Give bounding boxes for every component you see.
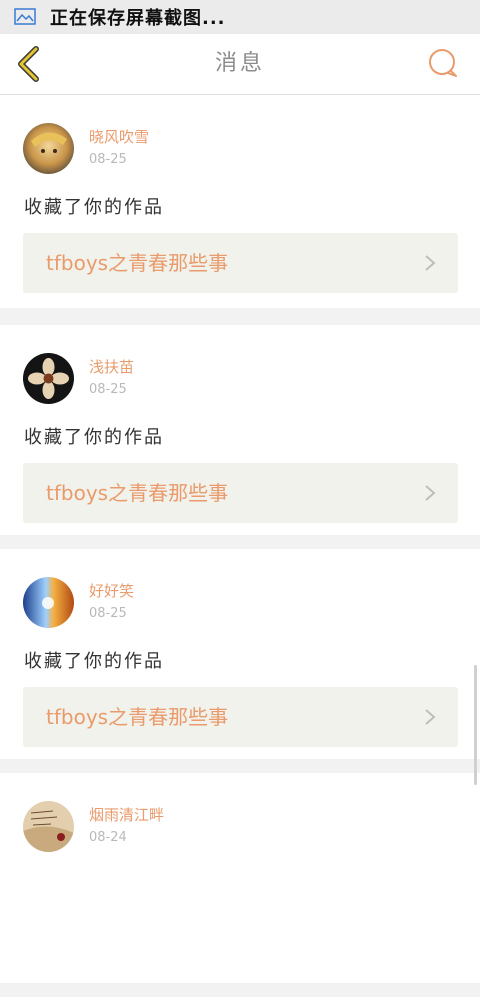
message-date: 08-24 [89, 830, 127, 845]
message-date: 08-25 [89, 606, 127, 621]
avatar[interactable] [23, 123, 74, 174]
work-link[interactable]: tfboys之青春那些事 [23, 687, 458, 747]
message-date: 08-25 [89, 382, 127, 397]
username[interactable]: 晓风吹雪 [89, 126, 149, 147]
message-text: 收藏了你的作品 [24, 651, 164, 672]
message-card: 烟雨清江畔 08-24 [0, 773, 480, 983]
chevron-right-icon [425, 255, 436, 271]
avatar[interactable] [23, 577, 74, 628]
work-title: tfboys之青春那些事 [46, 481, 229, 505]
chevron-right-icon [425, 485, 436, 501]
username[interactable]: 好好笑 [89, 580, 134, 601]
status-bar: 正在保存屏幕截图... [0, 0, 480, 34]
message-list: 晓风吹雪 08-25 收藏了你的作品 tfboys之青春那些事 浅扶苗 08-2… [0, 95, 480, 997]
message-date: 08-25 [89, 152, 127, 167]
work-title: tfboys之青春那些事 [46, 705, 229, 729]
work-title: tfboys之青春那些事 [46, 251, 229, 275]
username[interactable]: 烟雨清江畔 [89, 804, 164, 825]
message-card: 晓风吹雪 08-25 收藏了你的作品 tfboys之青春那些事 [0, 95, 480, 308]
message-text: 收藏了你的作品 [24, 427, 164, 448]
message-card: 好好笑 08-25 收藏了你的作品 tfboys之青春那些事 [0, 549, 480, 759]
work-link[interactable]: tfboys之青春那些事 [23, 463, 458, 523]
page-title: 消息 [214, 51, 265, 76]
screenshot-icon [14, 8, 36, 25]
message-text: 收藏了你的作品 [24, 197, 164, 218]
avatar[interactable] [23, 801, 74, 852]
work-link[interactable]: tfboys之青春那些事 [23, 233, 458, 293]
message-card: 浅扶苗 08-25 收藏了你的作品 tfboys之青春那些事 [0, 325, 480, 535]
app-header: 消息 [0, 34, 480, 95]
username[interactable]: 浅扶苗 [89, 356, 134, 377]
chat-bubble-icon[interactable] [426, 46, 460, 80]
avatar[interactable] [23, 353, 74, 404]
chevron-right-icon [425, 709, 436, 725]
status-text: 正在保存屏幕截图... [50, 8, 226, 29]
scrollbar[interactable] [474, 665, 477, 785]
